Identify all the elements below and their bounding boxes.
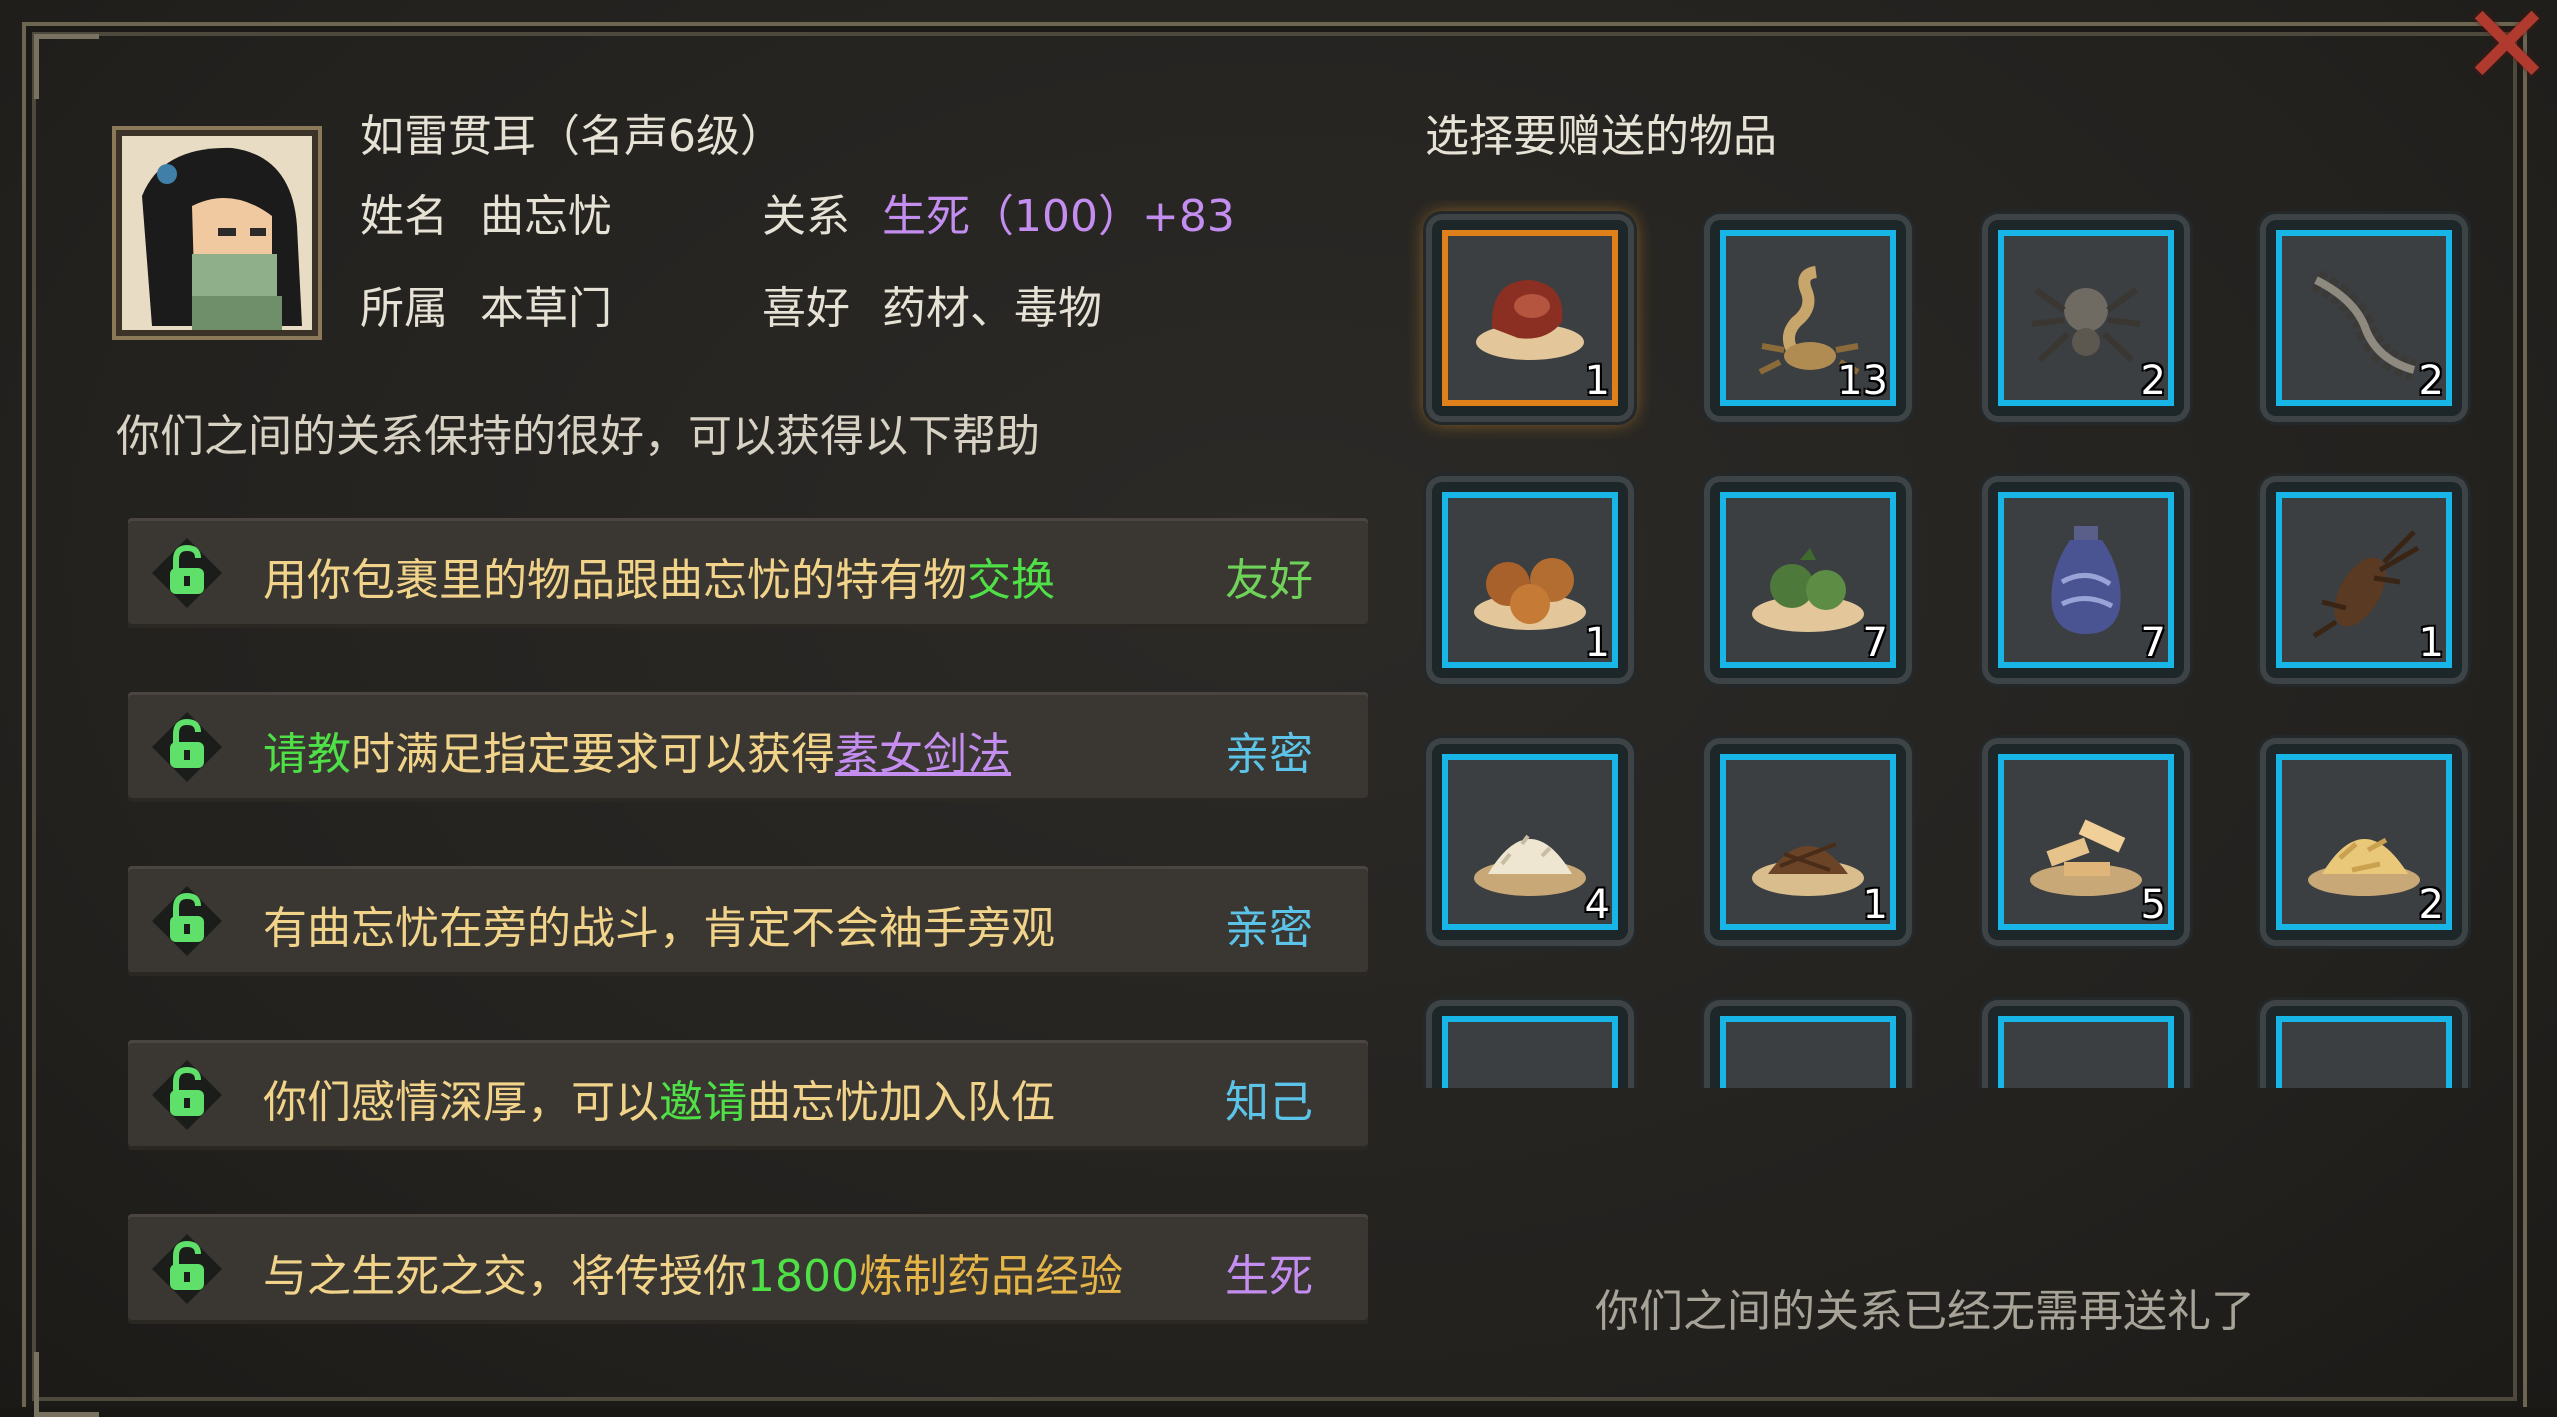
benefit-tier-tag: 亲密 xyxy=(1225,903,1313,954)
gift-item-slot[interactable]: 1 xyxy=(1432,482,1628,678)
gift-item-slot[interactable]: 5 xyxy=(1988,744,2184,940)
benefit-text: 你们感情深厚，可以邀请曲忘忧加入队伍 xyxy=(263,1066,1055,1130)
nuts-icon xyxy=(1474,558,1586,630)
unlock-icon xyxy=(152,712,222,782)
benefit-tier-tag: 知己 xyxy=(1225,1077,1313,1128)
beetle-icon xyxy=(2296,1036,2432,1088)
spider-icon xyxy=(2031,287,2141,363)
faction-label: 所属 xyxy=(360,283,448,334)
benefit-action-invite[interactable]: 邀请 xyxy=(659,1077,747,1128)
wood-icon xyxy=(1462,1036,1598,1088)
benefit-action-trade[interactable]: 交换 xyxy=(967,555,1055,606)
item-count: 2 xyxy=(2418,358,2444,404)
item-count: 7 xyxy=(1862,620,1888,666)
gold-pieces-icon xyxy=(2308,837,2420,896)
benefit-tier-tag: 友好 xyxy=(1225,555,1313,606)
character-portrait xyxy=(116,130,318,336)
gift-item-slot[interactable]: 7 xyxy=(1988,482,2184,678)
benefit-row-learn: 请教时满足指定要求可以获得素女剑法 亲密 xyxy=(128,692,1368,802)
benefit-text-part: 曲忘忧加入队伍 xyxy=(747,1077,1055,1128)
hobby-label: 喜好 xyxy=(762,283,850,334)
item-count: 7 xyxy=(2140,620,2166,666)
benefit-text-part: 时满足指定要求可以获得 xyxy=(351,729,835,780)
unlock-icon xyxy=(152,1060,222,1130)
item-count: 2 xyxy=(2140,358,2166,404)
unlock-icon xyxy=(152,1234,222,1304)
hobby-value: 药材、毒物 xyxy=(882,283,1102,334)
close-icon[interactable]: ✕ xyxy=(2457,0,2557,100)
gift-item-slot[interactable]: 2 xyxy=(2266,220,2462,416)
gift-item-slot[interactable] xyxy=(1710,1006,1906,1088)
item-count: 13 xyxy=(1837,358,1888,404)
gift-item-slot[interactable]: 1 xyxy=(2266,482,2462,678)
white-grain-icon xyxy=(1474,834,1586,896)
benefit-row-teach: 与之生死之交，将传授你1800炼制药品经验 生死 xyxy=(128,1214,1368,1324)
benefit-text-part: 与之生死之交，将传授你 xyxy=(263,1251,747,1302)
white-flakes-icon xyxy=(1740,1036,1876,1088)
herb-fruit-icon xyxy=(1752,548,1864,632)
gift-item-slot[interactable]: 2 xyxy=(1988,220,2184,416)
relation-value: 生死（100）+83 xyxy=(882,191,1235,242)
faction-value: 本草门 xyxy=(480,283,612,334)
gift-item-slot[interactable]: 13 xyxy=(1710,220,1906,416)
reputation-title: 如雷贯耳（名声6级） xyxy=(360,111,784,162)
character-portrait-image xyxy=(122,136,312,330)
benefit-exp-type: 炼制药品经验 xyxy=(858,1251,1123,1302)
item-count: 2 xyxy=(2418,882,2444,928)
item-count: 1 xyxy=(1584,358,1610,404)
skill-link[interactable]: 素女剑法 xyxy=(835,729,1011,780)
frame-corner-ornament xyxy=(34,1352,99,1417)
name-label: 姓名 xyxy=(360,191,448,242)
benefit-row-trade: 用你包裹里的物品跟曲忘忧的特有物交换 友好 xyxy=(128,518,1368,628)
benefit-action-consult[interactable]: 请教 xyxy=(263,729,351,780)
benefit-text-part: 你们感情深厚，可以 xyxy=(263,1077,659,1128)
relation-label: 关系 xyxy=(762,191,850,242)
benefit-row-invite: 你们感情深厚，可以邀请曲忘忧加入队伍 知己 xyxy=(128,1040,1368,1150)
gift-item-grid: 1 13 2 2 1 7 7 1 4 1 5 2 xyxy=(1400,200,2480,1088)
benefit-text: 用你包裹里的物品跟曲忘忧的特有物交换 xyxy=(263,544,1055,608)
benefit-text: 有曲忘忧在旁的战斗，肯定不会袖手旁观 xyxy=(263,903,1055,954)
frame-corner-ornament xyxy=(34,34,99,99)
gift-item-slot[interactable]: 4 xyxy=(1432,744,1628,940)
unlock-icon xyxy=(152,538,222,608)
benefit-tier-tag: 生死 xyxy=(1225,1251,1313,1302)
gift-item-slot[interactable] xyxy=(1432,1006,1628,1088)
gift-item-slot[interactable] xyxy=(1988,1006,2184,1088)
benefit-text: 与之生死之交，将传授你1800炼制药品经验 xyxy=(263,1240,1123,1304)
gift-disabled-note: 你们之间的关系已经无需再送礼了 xyxy=(1595,1286,2255,1337)
gift-item-slot[interactable]: 1 xyxy=(1710,744,1906,940)
cricket-icon xyxy=(2312,530,2420,639)
item-count: 1 xyxy=(2418,620,2444,666)
relationship-intro: 你们之间的关系保持的很好，可以获得以下帮助 xyxy=(116,411,1040,462)
brown-herb-icon xyxy=(1752,842,1864,896)
benefit-row-combat: 有曲忘忧在旁的战斗，肯定不会袖手旁观 亲密 xyxy=(128,866,1368,976)
benefit-tier-tag: 亲密 xyxy=(1225,729,1313,780)
item-count: 1 xyxy=(1862,882,1888,928)
vase-icon xyxy=(2051,526,2121,634)
benefit-exp-amount: 1800 xyxy=(747,1251,859,1302)
gift-item-slot[interactable]: 2 xyxy=(2266,744,2462,940)
item-count: 1 xyxy=(1584,620,1610,666)
benefit-text-part: 用你包裹里的物品跟曲忘忧的特有物 xyxy=(263,555,967,606)
friendship-panel: ✕ 如雷贯耳（名声6级） 姓名 曲忘忧 关系 生死（100）+83 所属 本草门… xyxy=(0,0,2557,1417)
mushroom-icon xyxy=(1476,280,1584,360)
item-count: 5 xyxy=(2140,882,2166,928)
gift-title: 选择要赠送的物品 xyxy=(1425,111,1777,162)
gift-item-slot[interactable]: 7 xyxy=(1710,482,1906,678)
name-value: 曲忘忧 xyxy=(480,191,612,242)
unlock-icon xyxy=(152,886,222,956)
gift-item-slot[interactable]: 1 xyxy=(1432,220,1628,416)
sliced-root-icon xyxy=(2030,819,2142,896)
benefit-text: 请教时满足指定要求可以获得素女剑法 xyxy=(263,718,1011,782)
bark-icon xyxy=(2018,1036,2154,1088)
gift-item-slot[interactable] xyxy=(2266,1006,2462,1088)
item-count: 4 xyxy=(1584,882,1610,928)
centipede-icon xyxy=(2310,270,2418,381)
